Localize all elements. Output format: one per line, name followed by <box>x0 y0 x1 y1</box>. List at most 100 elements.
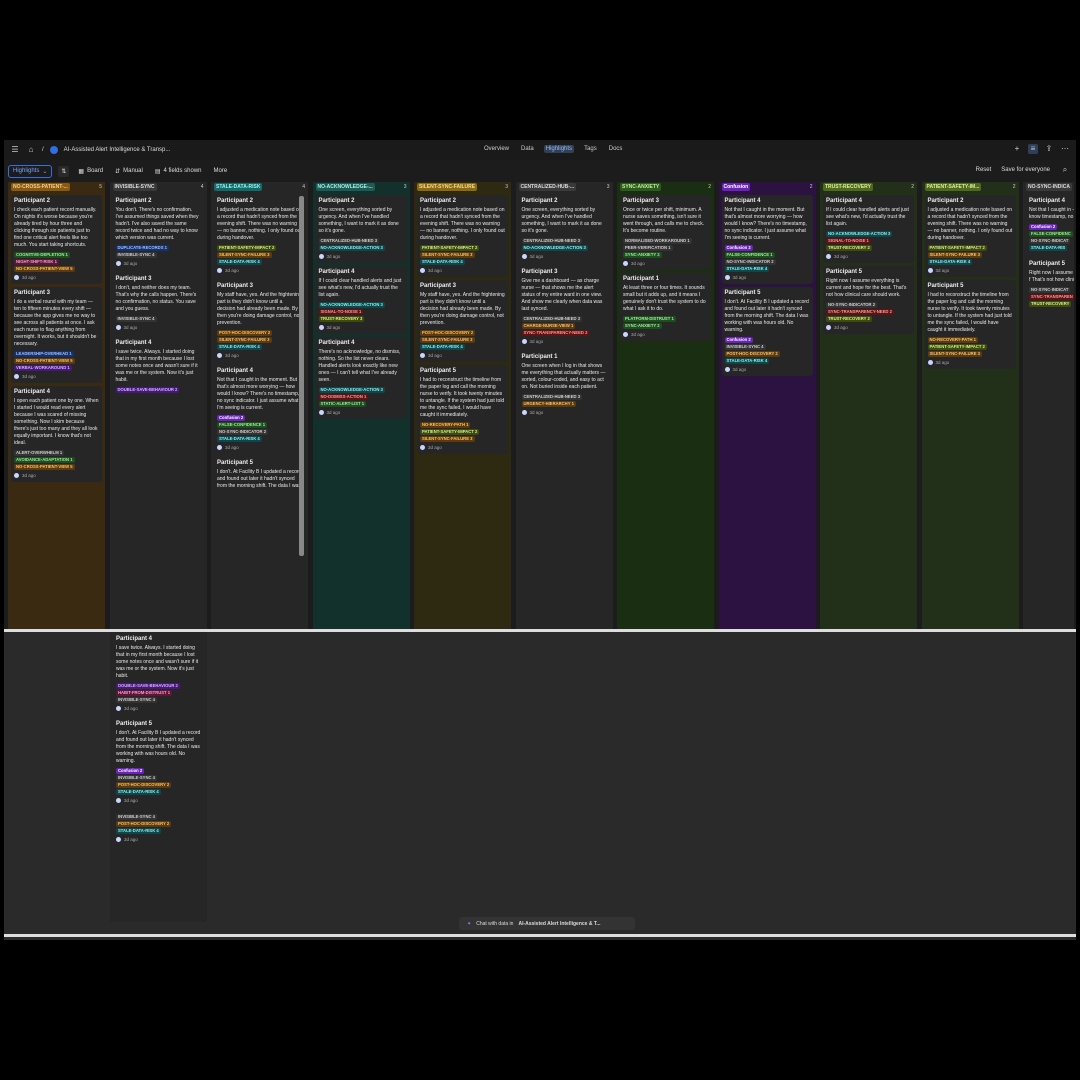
tag-chip[interactable]: STALE-DATA-RISK 4 <box>116 828 161 834</box>
tag-chip[interactable]: NO-ACKNOWLEDGE-ACTION 3 <box>318 302 385 308</box>
tag-chip[interactable]: PATIENT-SAFETY-IMPACT 2 <box>927 344 987 350</box>
save-for-everyone-button[interactable]: Save for everyone <box>1001 167 1050 173</box>
add-icon[interactable]: + <box>1012 144 1022 154</box>
tag-chip[interactable]: SILENT-SYNC-FAILURE 3 <box>420 252 475 258</box>
chat-with-data-bar[interactable]: ✦ Chat with data in AI-Assisted Alert In… <box>459 917 635 930</box>
highlight-card[interactable]: Participant 3 My staff have, yes. And the… <box>417 280 508 362</box>
column-header[interactable]: NO-SYNC-INDICA <box>1023 182 1074 192</box>
tag-chip[interactable]: STALE-DATA-RISK 4 <box>217 344 262 350</box>
column-header[interactable]: NO-ACKNOWLEDGE-... 3 <box>313 182 410 192</box>
highlight-card[interactable]: Participant 4 Not that I caught in — how … <box>1026 195 1074 255</box>
nav-tab-docs[interactable]: Docs <box>607 145 625 153</box>
highlight-card[interactable]: Participant 2 I check each patient record… <box>11 195 102 284</box>
tag-chip[interactable]: SYNC-TRANSPARENCY-NEED 2 <box>521 330 590 336</box>
highlight-card[interactable]: Participant 2 One screen, everything sort… <box>315 195 407 263</box>
tag-chip[interactable]: INVISIBLE-SYNC 4 <box>115 316 157 322</box>
tag-chip[interactable]: CENTRALIZED-HUB-NEED 3 <box>521 394 583 400</box>
highlight-card[interactable]: Participant 5 Right now I assume current … <box>1026 258 1074 311</box>
tag-chip[interactable]: INVISIBLE-SYNC 4 <box>115 252 157 258</box>
home-icon[interactable]: ⌂ <box>26 145 36 155</box>
column-header[interactable]: NO-CROSS-PATIENT-... 5 <box>8 182 105 192</box>
tag-chip[interactable]: SILENT-SYNC-FAILURE 3 <box>927 252 982 258</box>
tag-chip[interactable]: PATIENT-SAFETY-IMPACT 2 <box>420 245 480 251</box>
column-header[interactable]: TRUST-RECOVERY 2 <box>820 182 917 192</box>
filter-icon[interactable]: ≡ <box>1028 144 1038 154</box>
column-header[interactable]: PATIENT-SAFETY-IM... 2 <box>922 182 1019 192</box>
highlight-card[interactable]: Participant 5 I had to reconstruct the ti… <box>924 280 1016 369</box>
highlight-card[interactable]: Participant 2 I adjusted a medication not… <box>417 195 508 277</box>
tag-chip[interactable]: STALE-DATA-RISK 4 <box>217 436 262 442</box>
tag-chip[interactable]: NO-SYNC-INDICAT <box>1029 287 1071 293</box>
highlight-card[interactable]: Participant 2 You don't. There's no confi… <box>112 195 204 270</box>
tag-chip[interactable]: INVISIBLE-SYNC 4 <box>724 344 766 350</box>
tag-chip[interactable]: POST-HOC-DISCOVERY 2 <box>116 782 172 788</box>
highlight-card[interactable]: Participant 4 I save twice. Always. I sta… <box>113 633 204 715</box>
tag-chip[interactable]: INVISIBLE-SYNC 4 <box>116 814 157 820</box>
tag-chip[interactable]: POST-HOC-DISCOVERY 2 <box>420 330 476 336</box>
tag-chip[interactable]: TRUST-RECOVERY <box>1029 301 1072 307</box>
reset-button[interactable]: Reset <box>976 167 992 173</box>
tag-chip[interactable]: STALE-DATA-RISK 4 <box>724 358 770 364</box>
tag-chip[interactable]: ALERT-OVERWHELM 1 <box>14 450 65 456</box>
swap-icon[interactable]: ⇅ <box>58 165 70 177</box>
tag-chip[interactable]: POST-HOC-DISCOVERY 2 <box>724 351 780 357</box>
highlight-card[interactable]: Participant 3 I do a verbal round with my… <box>11 287 102 383</box>
tag-chip[interactable]: NO-SYNC-INDICATOR 2 <box>724 259 776 265</box>
tag-chip[interactable]: PATIENT-SAFETY-IMPACT 2 <box>927 245 987 251</box>
menu-icon[interactable]: ☰ <box>10 145 20 155</box>
column-header[interactable]: SYNC-ANXIETY 2 <box>617 182 714 192</box>
highlight-card[interactable]: Participant 3 Once or twice per shift, mi… <box>620 195 711 270</box>
nav-tab-data[interactable]: Data <box>519 145 536 153</box>
more-options-icon[interactable]: ⋯ <box>1060 144 1070 154</box>
manual-button[interactable]: ⇵ Manual <box>112 166 146 177</box>
board-button[interactable]: ▦ Board <box>75 166 106 177</box>
tag-chip[interactable]: SILENT-SYNC-FAILURE 3 <box>217 252 272 258</box>
tag-chip[interactable]: PEER-VERIFICATION 1 <box>623 245 673 251</box>
tag-chip[interactable]: INVISIBLE-SYNC 4 <box>116 697 157 703</box>
more-button[interactable]: More <box>211 166 231 176</box>
tag-chip[interactable]: NO-RECOVERY-PATH 1 <box>420 422 471 428</box>
highlight-card[interactable]: Participant 5 I had to reconstruct the ti… <box>417 365 508 454</box>
tag-chip[interactable]: NO-CROSS-PATIENT-VIEW 5 <box>14 358 75 364</box>
view-select[interactable]: Highlights ⌄ <box>8 164 53 178</box>
column-header[interactable]: Confusion 2 <box>719 182 816 192</box>
tag-chip[interactable]: PLATFORM-DISTRUST 1 <box>623 316 676 322</box>
tag-chip[interactable]: NO-SYNC-INDICAT <box>1029 238 1071 244</box>
highlight-card[interactable]: Participant 2 One screen, everything sort… <box>518 195 610 263</box>
highlight-card[interactable]: Participant 3 My staff have, yes. And the… <box>214 280 305 362</box>
highlight-card[interactable]: Participant 4 I open each patient one by … <box>11 386 102 482</box>
tag-chip[interactable]: SYNC-TRANSPARENCY-NEED 2 <box>826 309 894 315</box>
tag-chip[interactable]: SIGNAL-TO-NOISE 1 <box>826 238 871 244</box>
tag-chip[interactable]: SYNC-ANXIETY 2 <box>623 252 662 258</box>
tag-chip[interactable]: POST-HOC-DISCOVERY 2 <box>116 821 172 827</box>
highlight-card[interactable]: Participant 4 Not that I caught in the mo… <box>214 365 305 454</box>
nav-tab-overview[interactable]: Overview <box>482 145 511 153</box>
column-header[interactable]: INVISIBLE-SYNC 4 <box>110 182 207 192</box>
highlight-card[interactable]: Participant 4 If I could clear handled al… <box>315 266 407 334</box>
tag-chip[interactable]: NO-SYNC-INDICATOR 2 <box>826 302 878 308</box>
tag-chip[interactable]: NO-CROSS-PATIENT-VIEW 5 <box>14 266 75 272</box>
tag-chip[interactable]: PATIENT-SAFETY-IMPACT 2 <box>420 429 480 435</box>
tag-chip[interactable]: NO-CROSS-PATIENT-VIEW 5 <box>14 464 75 470</box>
share-icon[interactable]: ⇪ <box>1044 144 1054 154</box>
highlight-card[interactable]: Participant 4 There's no acknowledge, no … <box>315 337 407 419</box>
tag-chip[interactable]: DOUBLE-SAVE-BEHAVIOUR 2 <box>116 683 180 689</box>
highlight-card[interactable]: Participant 4 I save twice. Always. I sta… <box>112 337 204 397</box>
tag-chip[interactable]: NIGHT-SHIFT-RISK 1 <box>14 259 59 265</box>
tag-chip[interactable]: STALE-DATA-RISK 4 <box>420 344 465 350</box>
tag-chip[interactable]: STALE-DATA-RISK 4 <box>724 266 770 272</box>
tag-chip[interactable]: STALE-DATA-RISK 4 <box>420 259 465 265</box>
tag-chip[interactable]: TRUST-RECOVERY 2 <box>826 316 872 322</box>
tag-chip[interactable]: STALE-DATA-RISK 4 <box>116 789 161 795</box>
tag-chip[interactable]: NO-ACKNOWLEDGE-ACTION 3 <box>318 387 385 393</box>
tag-chip[interactable]: HABIT-FROM-DISTRUST 1 <box>116 690 173 696</box>
tag-chip[interactable]: PATIENT-SAFETY-IMPACT 2 <box>217 245 277 251</box>
tag-chip[interactable]: SIGNAL-TO-NOISE 1 <box>318 309 364 315</box>
highlight-card[interactable]: Participant 5 I don't. At Facility B I up… <box>721 287 813 376</box>
tag-chip[interactable]: NO-ACKNOWLEDGE-ACTION 3 <box>521 245 588 251</box>
tag-chip[interactable]: NO-RECOVERY-PATH 1 <box>927 337 978 343</box>
tag-chip[interactable]: TRUST-RECOVERY 3 <box>318 316 365 322</box>
tag-chip[interactable]: CENTRALIZED-HUB-NEED 3 <box>521 316 583 322</box>
tag-chip[interactable]: STALE-DATA-RIS <box>1029 245 1068 251</box>
tag-chip[interactable]: URGENCY-HIERARCHY 1 <box>521 401 576 407</box>
